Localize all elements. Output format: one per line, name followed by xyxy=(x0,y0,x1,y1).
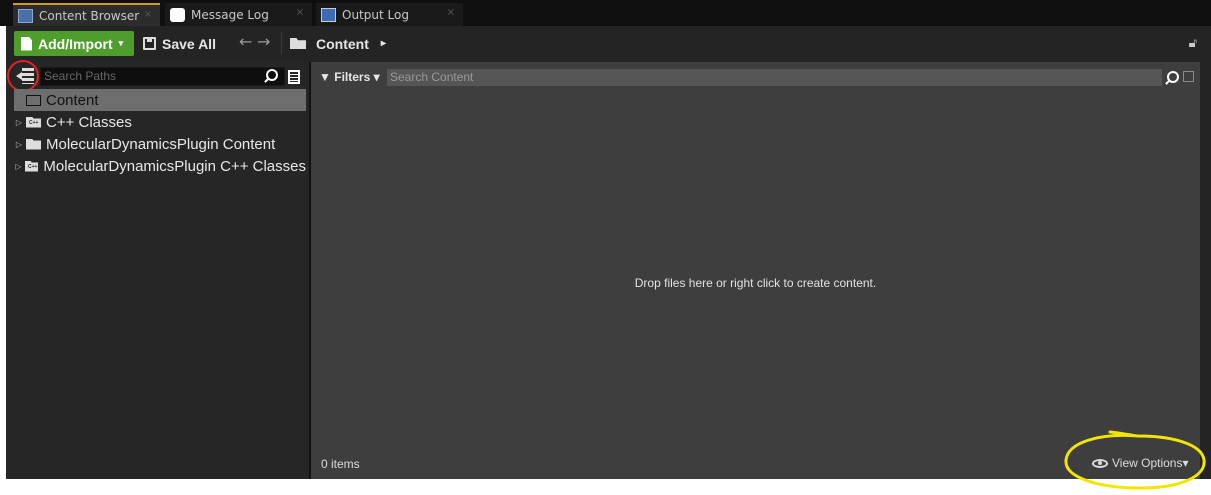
eye-icon xyxy=(1092,458,1108,468)
tab-label: Content Browser xyxy=(39,8,140,23)
tab-label: Output Log xyxy=(342,7,409,22)
expander-icon[interactable]: ▷ xyxy=(14,162,23,171)
tree-item-plugin-cpp-classes[interactable]: ▷ MolecularDynamicsPlugin C++ Classes xyxy=(14,155,306,177)
filters-button[interactable]: ▼ Filters ▾ xyxy=(319,70,380,84)
expander-icon[interactable]: ▷ xyxy=(14,118,24,127)
search-content-input[interactable]: Search Content xyxy=(387,69,1162,86)
save-all-button[interactable]: Save All xyxy=(143,31,216,56)
breadcrumb-content[interactable]: Content xyxy=(316,36,369,52)
asset-view-panel[interactable]: ▼ Filters ▾ Search Content Drop files he… xyxy=(311,62,1200,479)
filter-icon: ▼ xyxy=(319,70,331,84)
view-options-button[interactable]: View Options ▾ xyxy=(1092,456,1189,470)
add-import-label: Add/Import xyxy=(38,35,113,52)
chevron-down-icon: ▾ xyxy=(373,70,380,84)
toolbar-divider xyxy=(281,32,282,54)
filters-label: Filters xyxy=(334,70,371,84)
chevron-right-icon[interactable]: ▸ xyxy=(381,38,386,49)
save-search-icon[interactable] xyxy=(1183,71,1194,82)
folder-tree: Content ▷ C++ Classes ▷ MolecularDynamic… xyxy=(14,89,306,177)
folder-icon xyxy=(290,38,306,49)
back-arrow-icon[interactable]: ← xyxy=(239,32,252,51)
window-edge xyxy=(1200,62,1211,479)
forward-arrow-icon[interactable]: → xyxy=(257,32,270,51)
add-import-button[interactable]: Add/Import ▾ xyxy=(14,31,134,56)
tab-content-browser[interactable]: Content Browser × xyxy=(13,3,160,26)
folder-icon xyxy=(26,138,41,150)
tree-item-label: C++ Classes xyxy=(46,113,132,131)
tab-strip: Content Browser × Message Log × Output L… xyxy=(0,0,1211,26)
sources-panel: Search Paths Content ▷ C++ Classes ▷ Mol… xyxy=(4,57,309,479)
tree-item-label: MolecularDynamicsPlugin Content xyxy=(46,135,276,153)
close-icon[interactable]: × xyxy=(144,9,152,20)
chevron-down-icon: ▾ xyxy=(1182,456,1189,470)
tree-item-plugin-content[interactable]: ▷ MolecularDynamicsPlugin Content xyxy=(14,133,306,155)
tree-item-content[interactable]: Content xyxy=(14,89,306,111)
empty-hint: Drop files here or right click to create… xyxy=(634,276,877,290)
tree-item-cpp-classes[interactable]: ▷ C++ Classes xyxy=(14,111,306,133)
save-icon xyxy=(143,37,156,50)
tree-item-label: Content xyxy=(46,91,99,109)
expander-icon[interactable]: ▷ xyxy=(14,140,24,149)
item-count: 0 items xyxy=(321,457,360,471)
path-view-options-icon[interactable] xyxy=(288,70,300,84)
search-icon[interactable] xyxy=(266,69,278,81)
save-all-label: Save All xyxy=(162,35,216,52)
folder-open-icon xyxy=(26,94,41,106)
close-icon[interactable]: × xyxy=(447,7,455,18)
chevron-down-icon: ▾ xyxy=(118,38,124,48)
view-options-label: View Options xyxy=(1112,456,1183,470)
tab-output-log[interactable]: Output Log × xyxy=(316,3,463,26)
lock-icon[interactable]: 🔓︎ xyxy=(1189,36,1197,51)
breadcrumb[interactable]: Content ▸ xyxy=(290,31,386,56)
tree-item-label: MolecularDynamicsPlugin C++ Classes xyxy=(43,157,306,175)
cpp-folder-icon xyxy=(26,116,41,128)
output-log-icon xyxy=(321,7,336,22)
content-browser-icon xyxy=(18,8,33,23)
new-document-icon xyxy=(21,36,32,51)
search-icon[interactable] xyxy=(1167,71,1179,83)
cpp-folder-icon xyxy=(24,160,39,172)
close-icon[interactable]: × xyxy=(296,7,304,18)
tab-message-log[interactable]: Message Log × xyxy=(165,3,312,26)
toolbar: Add/Import ▾ Save All ← → Content ▸ 🔓︎ xyxy=(6,26,1211,62)
tab-label: Message Log xyxy=(191,7,269,22)
page-background xyxy=(0,479,1211,495)
message-log-icon xyxy=(170,7,185,22)
search-paths-input[interactable]: Search Paths xyxy=(40,67,285,86)
